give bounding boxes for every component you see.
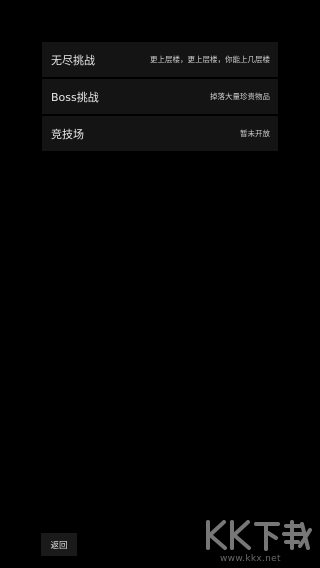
back-button[interactable]: 返回 [41,533,77,556]
menu-item-label: 竞技场 [51,127,84,141]
menu-item-endless-challenge[interactable]: 无尽挑战 更上层楼，更上层楼，你能上几层楼 [42,42,278,77]
menu-item-label: 无尽挑战 [51,53,95,67]
menu-item-description: 暂未开放 [240,129,270,138]
menu-item-description: 更上层楼，更上层楼，你能上几层楼 [150,55,270,64]
menu-item-arena[interactable]: 竞技场 暂未开放 [42,116,278,151]
challenge-menu: 无尽挑战 更上层楼，更上层楼，你能上几层楼 Boss挑战 掉落大量珍贵物品 竞技… [42,42,278,153]
kk-logo-icon [206,520,312,551]
watermark-url: www.kkx.net [220,554,281,564]
menu-item-description: 掉落大量珍贵物品 [210,92,270,101]
site-watermark: www.kkx.net [200,516,318,566]
menu-item-label: Boss挑战 [51,90,99,104]
menu-item-boss-challenge[interactable]: Boss挑战 掉落大量珍贵物品 [42,79,278,114]
